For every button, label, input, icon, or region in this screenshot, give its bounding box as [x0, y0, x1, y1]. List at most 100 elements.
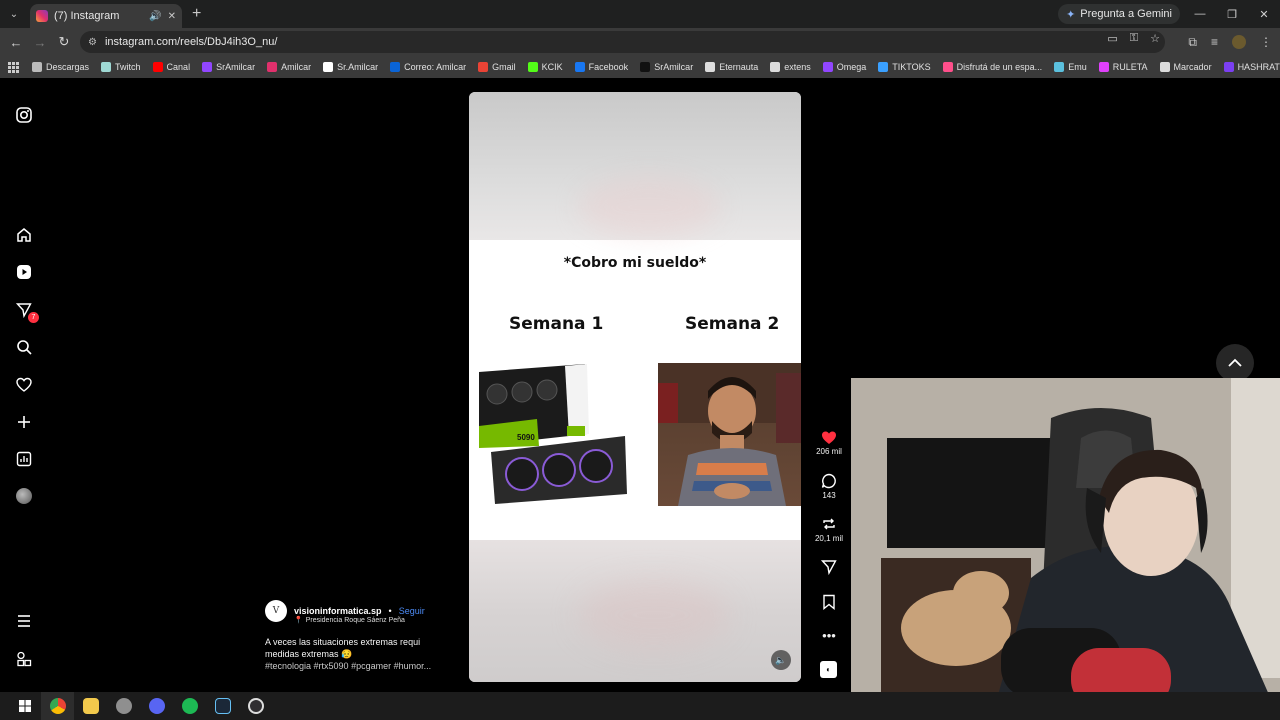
- taskbar-app-3[interactable]: [107, 692, 140, 720]
- bookmark-item[interactable]: KCIK: [527, 62, 563, 72]
- bookmark-item[interactable]: Disfrutá de un espa...: [942, 62, 1043, 72]
- bookmark-item[interactable]: Twitch: [101, 62, 141, 72]
- bookmark-item[interactable]: Gmail: [478, 62, 516, 72]
- reel-video[interactable]: *Cobro mi sueldo* Semana 1 Semana 2 5090: [469, 92, 801, 682]
- also-from-meta-icon[interactable]: [14, 649, 34, 669]
- previous-reel-button[interactable]: [1216, 344, 1254, 382]
- start-button[interactable]: [8, 692, 41, 720]
- more-options-button[interactable]: •••: [812, 628, 846, 643]
- likes-count: 206 mil: [816, 447, 842, 456]
- gpu-box-text: 5090: [517, 433, 535, 442]
- gemini-icon: ✦: [1066, 8, 1076, 21]
- bookmark-label: TIKTOKS: [892, 62, 931, 72]
- bookmark-item[interactable]: Eternauta: [705, 62, 758, 72]
- restore-button[interactable]: ❐: [1216, 8, 1248, 21]
- reload-button[interactable]: ↻: [52, 34, 76, 50]
- save-button[interactable]: [812, 594, 846, 612]
- bookmark-label: Disfrutá de un espa...: [956, 62, 1043, 72]
- bookmark-favicon-icon: [527, 62, 538, 72]
- share-button[interactable]: [812, 559, 846, 577]
- mute-button[interactable]: 🔈: [771, 650, 791, 670]
- bookmark-favicon-icon: [822, 62, 833, 72]
- new-tab-button[interactable]: +: [192, 5, 201, 23]
- bookmark-item[interactable]: Facebook: [574, 62, 628, 72]
- bookmark-item[interactable]: Sr.Amilcar: [323, 62, 378, 72]
- follow-button[interactable]: Seguir: [399, 606, 425, 616]
- close-window-button[interactable]: ✕: [1248, 8, 1280, 21]
- bookmark-favicon-icon: [770, 62, 781, 72]
- tab-search-button[interactable]: ⌄: [4, 4, 24, 24]
- reels-icon[interactable]: [14, 262, 34, 282]
- media-control-icon[interactable]: ≡: [1211, 35, 1218, 49]
- obs-icon: [247, 698, 264, 714]
- apps-grid-icon[interactable]: [8, 62, 19, 73]
- bookmark-item[interactable]: HASHRATE AGENCY: [1223, 62, 1280, 72]
- post-hashtags[interactable]: #tecnologia #rtx5090 #pcgamer #humor...: [265, 660, 465, 672]
- heart-icon[interactable]: [14, 375, 34, 395]
- post-description[interactable]: A veces las situaciones extremas requi m…: [265, 636, 440, 660]
- url-text: instagram.com/reels/DbJ4ih3O_nu/: [104, 36, 278, 48]
- taskbar-discord[interactable]: [140, 692, 173, 720]
- reposts-count: 20,1 mil: [814, 534, 843, 543]
- more-menu-icon[interactable]: [14, 611, 34, 631]
- bookmark-favicon-icon: [478, 62, 489, 72]
- bookmark-item[interactable]: Omega: [822, 62, 866, 72]
- taskbar-obs[interactable]: [239, 692, 272, 720]
- messages-icon[interactable]: 7: [14, 300, 39, 323]
- taskbar-file-explorer[interactable]: [74, 692, 107, 720]
- gemini-button[interactable]: ✦ Pregunta a Gemini: [1058, 4, 1180, 24]
- bookmark-label: SrAmilcar: [654, 62, 694, 72]
- location-pin-icon: 📍: [294, 617, 303, 624]
- bookmark-item[interactable]: Correo: Amilcar: [390, 62, 466, 72]
- browser-tab-instagram[interactable]: (7) Instagram 🔊 ✕: [30, 4, 182, 28]
- bookmark-favicon-icon: [1098, 62, 1109, 72]
- bookmark-item[interactable]: RULETA: [1098, 62, 1148, 72]
- forward-button[interactable]: →: [28, 35, 52, 50]
- close-tab-icon[interactable]: ✕: [168, 11, 176, 22]
- instagram-favicon-icon: [36, 10, 48, 22]
- extensions-icon[interactable]: ⧉: [1188, 35, 1197, 50]
- taskbar-chrome[interactable]: [41, 692, 74, 720]
- bookmark-item[interactable]: Emu: [1054, 62, 1087, 72]
- chrome-icon: [49, 698, 66, 714]
- steam-icon: [214, 698, 231, 714]
- address-bar[interactable]: ⚙ instagram.com/reels/DbJ4ih3O_nu/: [80, 31, 1165, 53]
- password-key-icon[interactable]: ⚿: [1130, 32, 1138, 45]
- cast-icon[interactable]: ▭: [1107, 32, 1117, 45]
- like-button[interactable]: 206 mil: [812, 430, 846, 456]
- bookmark-item[interactable]: SrAmilcar: [202, 62, 255, 72]
- taskbar: [0, 692, 1280, 720]
- bookmark-label: extens: [784, 62, 811, 72]
- back-button[interactable]: ←: [4, 35, 28, 50]
- left-sidebar: 7: [0, 78, 48, 690]
- bookmark-item[interactable]: extens: [770, 62, 811, 72]
- taskbar-steam[interactable]: [206, 692, 239, 720]
- dashboard-icon[interactable]: [14, 449, 34, 469]
- comment-button[interactable]: 143: [812, 473, 846, 500]
- search-icon[interactable]: [14, 337, 34, 357]
- site-info-icon[interactable]: ⚙: [88, 37, 97, 48]
- bookmark-item[interactable]: Marcador: [1159, 62, 1212, 72]
- profile-avatar-icon[interactable]: [14, 486, 34, 506]
- minimize-button[interactable]: —: [1184, 8, 1216, 20]
- speaker-icon[interactable]: 🔊: [149, 11, 161, 22]
- profile-avatar[interactable]: [1232, 35, 1246, 49]
- home-icon[interactable]: [14, 225, 34, 245]
- bookmark-item[interactable]: Descargas: [32, 62, 89, 72]
- bookmark-item[interactable]: Canal: [152, 62, 190, 72]
- chrome-menu-icon[interactable]: ⋮: [1260, 35, 1272, 49]
- bookmark-favicon-icon: [942, 62, 953, 72]
- repost-button[interactable]: 20,1 mil: [812, 516, 846, 543]
- author-name[interactable]: visioninformatica.sp: [294, 606, 382, 616]
- bookmark-star-icon[interactable]: ☆: [1150, 32, 1160, 45]
- bookmark-item[interactable]: SrAmilcar: [640, 62, 693, 72]
- bookmark-label: HASHRATE AGENCY: [1237, 62, 1280, 72]
- author-avatar[interactable]: V: [265, 600, 287, 622]
- location[interactable]: 📍 Presidencia Roque Sáenz Peña: [294, 616, 465, 625]
- create-plus-icon[interactable]: [14, 412, 34, 432]
- instagram-logo-icon[interactable]: [14, 105, 34, 125]
- audio-thumbnail[interactable]: ◐: [820, 661, 837, 678]
- bookmark-item[interactable]: Amilcar: [267, 62, 311, 72]
- bookmark-item[interactable]: TIKTOKS: [878, 62, 931, 72]
- taskbar-spotify[interactable]: [173, 692, 206, 720]
